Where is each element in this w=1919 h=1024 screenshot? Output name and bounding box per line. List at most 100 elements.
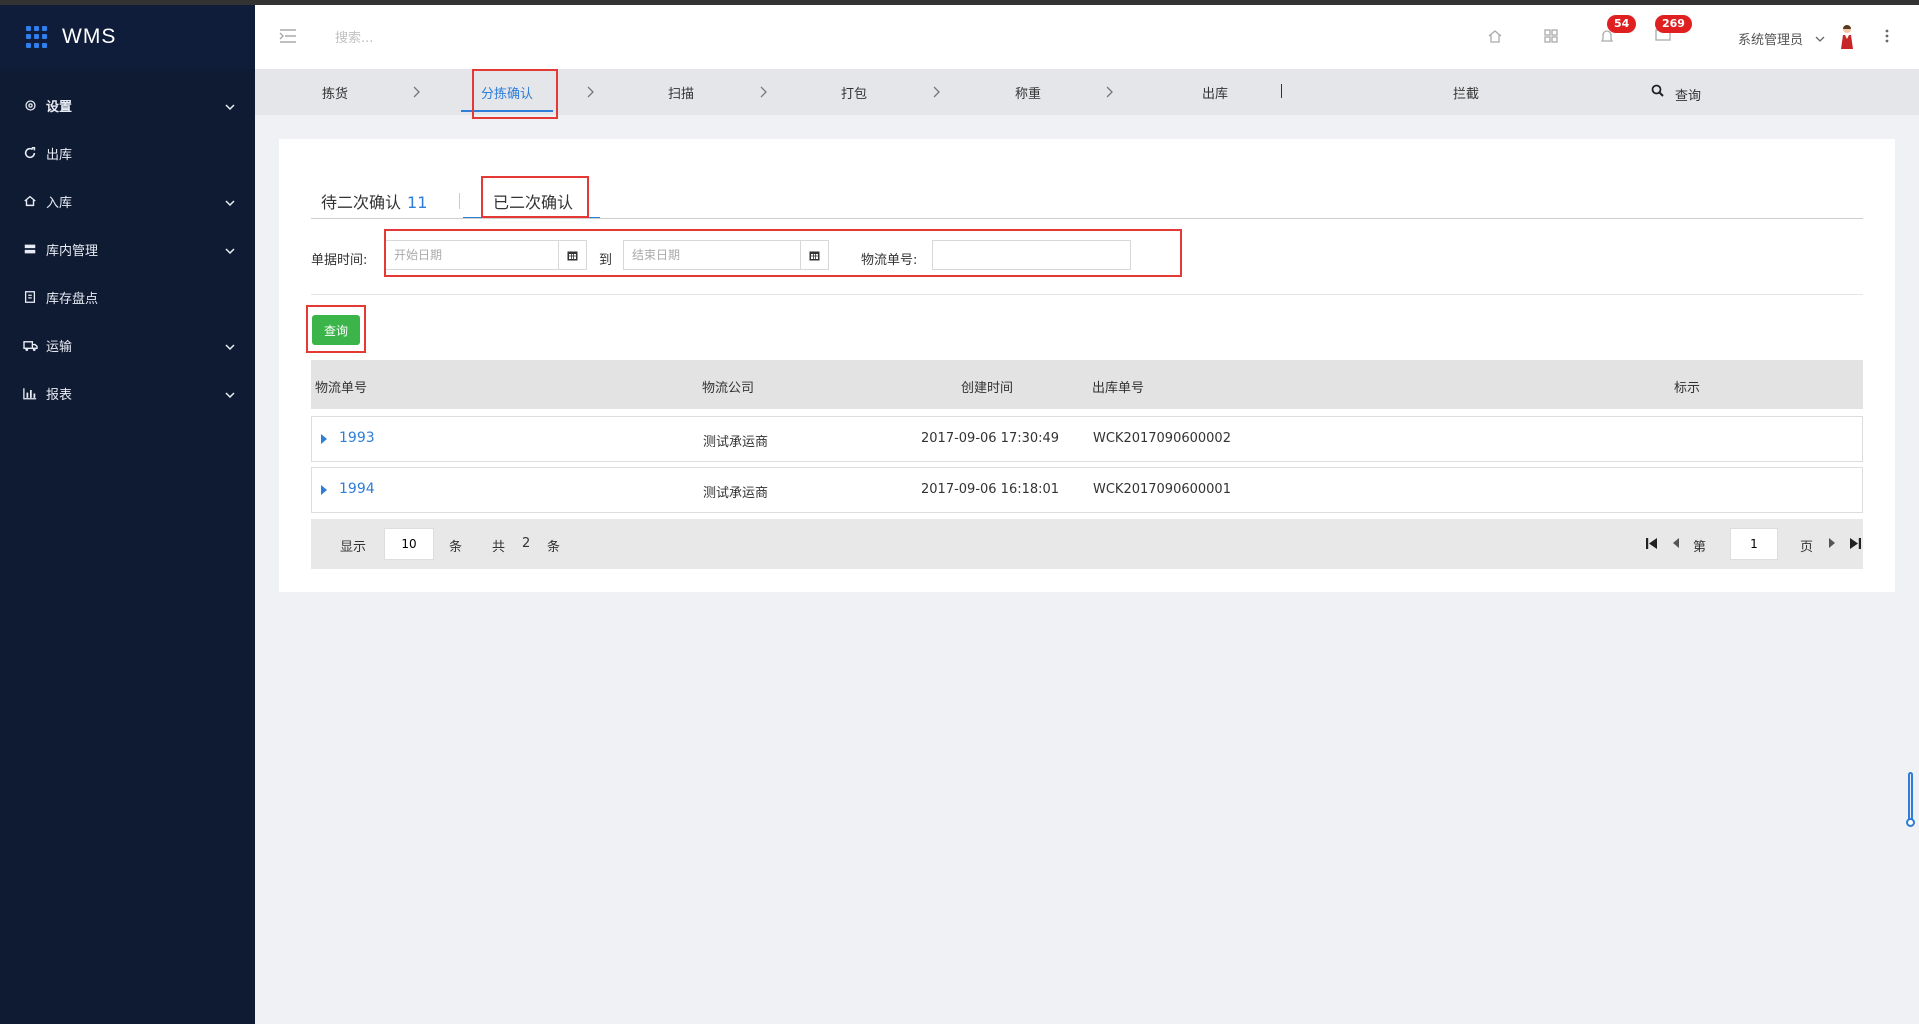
company-cell: 测试承运商 — [703, 435, 769, 450]
created-time-cell: 2017-09-06 16:18:01 — [921, 482, 1060, 497]
chevron-down-icon — [225, 195, 235, 210]
first-page-icon[interactable] — [1645, 537, 1658, 554]
last-page-icon[interactable] — [1849, 537, 1862, 554]
sidebar-item-inbound[interactable]: 入库 — [0, 177, 255, 225]
content-card: 待二次确认 11 已二次确认 单据时间: 到 物流单号: 查询 物流单号 物流公司… — [279, 139, 1895, 592]
workflow-steps: 拣货 分拣确认 扫描 打包 称重 出库 拦截 查询 — [255, 69, 1919, 115]
table-row[interactable]: 1993 测试承运商 2017-09-06 17:30:49 WCK201709… — [311, 416, 1863, 462]
step-weighing[interactable]: 称重 — [1015, 83, 1041, 102]
calendar-icon[interactable] — [558, 240, 587, 270]
pending-count: 11 — [407, 193, 428, 212]
table-row[interactable]: 1994 测试承运商 2017-09-06 16:18:01 WCK201709… — [311, 467, 1863, 513]
prev-page-icon[interactable] — [1672, 537, 1680, 553]
step-packing[interactable]: 打包 — [841, 83, 867, 102]
step-sorting-confirm[interactable]: 分拣确认 — [481, 83, 533, 102]
column-header: 物流单号 — [315, 381, 368, 396]
chevron-down-icon — [225, 99, 235, 114]
tab-confirmed[interactable]: 已二次确认 — [493, 189, 573, 213]
show-label: 显示 — [340, 540, 367, 555]
notifications-badge: 54 — [1607, 15, 1637, 33]
sidebar-item-inventory-check[interactable]: 库存盘点 — [0, 273, 255, 321]
date-label: 单据时间: — [311, 253, 368, 268]
app-logo[interactable]: WMS — [0, 5, 255, 69]
top-header: 54 269 系统管理员 — [255, 5, 1919, 69]
sidebar-item-settings[interactable]: 设置 — [0, 81, 255, 129]
next-page-icon[interactable] — [1828, 537, 1836, 553]
sidebar-item-warehouse-management[interactable]: 库内管理 — [0, 225, 255, 273]
expand-caret-icon[interactable] — [320, 433, 328, 449]
chevron-down-icon — [225, 387, 235, 402]
tab-label: 待二次确认 — [321, 193, 402, 212]
sidebar-item-label: 库内管理 — [46, 243, 99, 259]
step-intercept[interactable]: 拦截 — [1453, 83, 1479, 102]
home-icon[interactable] — [1487, 28, 1503, 48]
menu-toggle-icon[interactable] — [279, 29, 297, 47]
sidebar-item-label: 设置 — [46, 99, 73, 115]
pagination-bar: 显示 条 共 2 条 第 页 — [311, 519, 1863, 569]
tracking-number-link[interactable]: 1993 — [339, 430, 375, 446]
step-outbound[interactable]: 出库 — [1202, 83, 1228, 102]
apps-grid-icon — [26, 26, 48, 48]
column-header: 出库单号 — [1092, 381, 1145, 396]
tracking-label: 物流单号: — [861, 253, 918, 268]
company-cell: 测试承运商 — [703, 486, 769, 501]
total-unit-label: 条 — [547, 540, 561, 555]
sidebar-item-label: 报表 — [46, 387, 73, 403]
sidebar-item-label: 库存盘点 — [46, 291, 99, 307]
scrollbar-thumb[interactable] — [1908, 772, 1913, 824]
sidebar-item-reports[interactable]: 报表 — [0, 369, 255, 417]
chevron-down-icon[interactable] — [1815, 31, 1825, 46]
unit-label: 条 — [449, 540, 463, 555]
outbound-icon — [22, 145, 38, 161]
inventory-check-icon — [22, 289, 38, 305]
chevron-right-icon — [760, 86, 767, 102]
more-options-icon[interactable] — [1885, 29, 1889, 47]
step-search-link[interactable]: 查询 — [1675, 85, 1701, 104]
tracking-number-link[interactable]: 1994 — [339, 481, 375, 497]
gear-icon — [22, 97, 38, 113]
chevron-right-icon — [587, 86, 594, 102]
sidebar-item-label: 入库 — [46, 195, 73, 211]
avatar[interactable] — [1838, 23, 1856, 55]
sidebar-item-label: 出库 — [46, 147, 73, 163]
start-date-input[interactable] — [385, 240, 559, 270]
sidebar-item-label: 运输 — [46, 339, 73, 355]
page-suffix-label: 页 — [1800, 540, 1814, 555]
page-size-input[interactable] — [384, 528, 434, 560]
chevron-right-icon — [933, 86, 940, 102]
chevron-down-icon — [225, 243, 235, 258]
end-date-input[interactable] — [623, 240, 801, 270]
scrollbar-handle[interactable] — [1906, 818, 1915, 827]
outbound-number-cell: WCK2017090600001 — [1093, 482, 1231, 497]
warehouse-icon — [22, 241, 38, 257]
sidebar-item-outbound[interactable]: 出库 — [0, 129, 255, 177]
tab-pending-confirm[interactable]: 待二次确认 11 — [321, 189, 427, 213]
step-scanning[interactable]: 扫描 — [668, 83, 694, 102]
tab-divider — [459, 193, 460, 209]
sidebar-item-transport[interactable]: 运输 — [0, 321, 255, 369]
page-prefix-label: 第 — [1693, 540, 1707, 555]
tracking-number-input[interactable] — [932, 240, 1131, 270]
search-icon[interactable] — [1651, 84, 1664, 101]
query-button[interactable]: 查询 — [312, 315, 360, 345]
column-header: 物流公司 — [702, 381, 755, 396]
chevron-right-icon — [413, 86, 420, 102]
to-label: 到 — [599, 253, 613, 268]
total-label: 共 — [492, 540, 506, 555]
chevron-down-icon — [225, 339, 235, 354]
calendar-icon[interactable] — [800, 240, 829, 270]
inbound-icon — [22, 193, 38, 209]
expand-caret-icon[interactable] — [320, 484, 328, 500]
chevron-right-icon — [1106, 86, 1113, 102]
step-divider — [1281, 84, 1282, 98]
table-header: 物流单号 物流公司 创建时间 出库单号 标示 — [311, 360, 1863, 409]
column-header: 创建时间 — [961, 381, 1014, 396]
search-input[interactable] — [335, 25, 535, 51]
step-picking[interactable]: 拣货 — [322, 83, 348, 102]
outbound-number-cell: WCK2017090600002 — [1093, 431, 1231, 446]
sidebar: WMS 设置 出库 入库 库内管理 库存盘点 运输 报表 — [0, 5, 255, 1024]
current-page-input[interactable] — [1730, 528, 1778, 560]
grid-icon[interactable] — [1543, 28, 1559, 48]
user-name[interactable]: 系统管理员 — [1738, 29, 1803, 48]
app-title: WMS — [62, 25, 117, 48]
